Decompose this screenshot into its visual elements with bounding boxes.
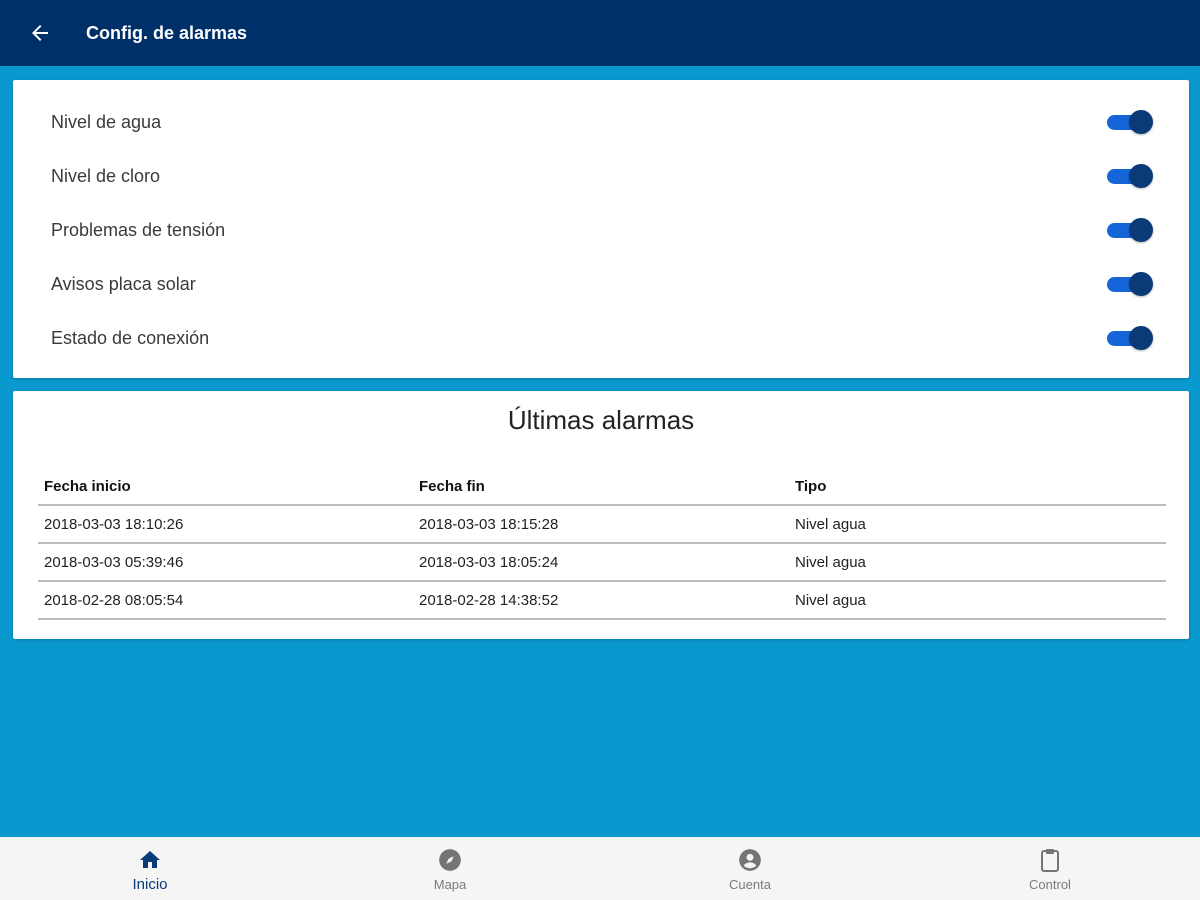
alarms-table: Fecha inicio Fecha fin Tipo 2018-03-03 1… (38, 469, 1166, 620)
toggle-thumb (1129, 110, 1153, 134)
avisos-placa-solar-toggle[interactable] (1107, 272, 1153, 296)
alarm-settings-card: Nivel de agua Nivel de cloro Problemas d… (13, 80, 1189, 378)
account-icon (737, 847, 763, 873)
setting-label: Estado de conexión (51, 327, 210, 348)
clipboard-icon (1037, 847, 1063, 873)
column-header-fecha-inicio: Fecha inicio (44, 478, 131, 495)
toggle-thumb (1129, 218, 1153, 242)
home-icon (137, 847, 163, 873)
table-row: 2018-03-03 18:10:26 2018-03-03 18:15:28 … (38, 504, 1166, 543)
compass-icon (437, 847, 463, 873)
nav-item-control[interactable]: Control (900, 837, 1200, 900)
nav-item-mapa[interactable]: Mapa (300, 837, 600, 900)
back-button[interactable] (20, 13, 60, 53)
nav-label: Control (1029, 877, 1071, 892)
section-title: Últimas alarmas (507, 405, 695, 435)
setting-label: Avisos placa solar (51, 273, 196, 294)
nivel-agua-toggle[interactable] (1107, 110, 1153, 134)
page-title: Config. de alarmas (86, 22, 248, 43)
cell-fecha-fin: 2018-02-28 14:38:52 (413, 580, 789, 620)
bottom-navigation: Inicio Mapa Cuenta Control (0, 837, 1200, 900)
cell-fecha-inicio: 2018-03-03 18:10:26 (38, 504, 413, 543)
cell-fecha-fin: 2018-03-03 18:05:24 (413, 542, 789, 581)
toggle-thumb (1129, 164, 1153, 188)
cell-tipo: Nivel agua (789, 580, 1166, 620)
cell-fecha-inicio: 2018-02-28 08:05:54 (38, 580, 413, 620)
nav-item-cuenta[interactable]: Cuenta (600, 837, 900, 900)
nav-label: Cuenta (729, 877, 771, 892)
table-row: 2018-03-03 05:39:46 2018-03-03 18:05:24 … (38, 542, 1166, 581)
nivel-cloro-toggle[interactable] (1107, 164, 1153, 188)
app-bar: Config. de alarmas (0, 0, 1200, 68)
estado-conexion-toggle[interactable] (1107, 326, 1153, 350)
table-row: 2018-02-28 08:05:54 2018-02-28 14:38:52 … (38, 580, 1166, 620)
setting-label: Nivel de agua (51, 111, 162, 132)
setting-label: Problemas de tensión (51, 219, 226, 240)
setting-row-problemas-tension: Problemas de tensión (13, 203, 1189, 257)
nav-item-inicio[interactable]: Inicio (0, 837, 300, 900)
problemas-tension-toggle[interactable] (1107, 218, 1153, 242)
arrow-left-icon (32, 25, 48, 41)
nav-label: Mapa (433, 877, 467, 892)
latest-alarms-card: Últimas alarmas Fecha inicio Fecha fin T… (13, 391, 1189, 639)
cell-tipo: Nivel agua (789, 542, 1166, 581)
toggle-thumb (1129, 326, 1153, 350)
nav-label: Inicio (132, 876, 168, 893)
setting-row-nivel-agua: Nivel de agua (13, 95, 1189, 149)
setting-row-nivel-cloro: Nivel de cloro (13, 149, 1189, 203)
toggle-thumb (1129, 272, 1153, 296)
cell-fecha-fin: 2018-03-03 18:15:28 (413, 504, 789, 543)
setting-row-avisos-placa-solar: Avisos placa solar (13, 257, 1189, 311)
cell-fecha-inicio: 2018-03-03 05:39:46 (38, 542, 413, 581)
column-header-tipo: Tipo (795, 478, 827, 495)
setting-label: Nivel de cloro (51, 165, 161, 186)
setting-row-estado-conexion: Estado de conexión (13, 311, 1189, 365)
column-header-fecha-fin: Fecha fin (419, 478, 485, 495)
app-root: Config. de alarmas Nivel de agua Nivel d… (0, 0, 1200, 900)
cell-tipo: Nivel agua (789, 504, 1166, 543)
table-header-row: Fecha inicio Fecha fin Tipo (38, 469, 1166, 505)
